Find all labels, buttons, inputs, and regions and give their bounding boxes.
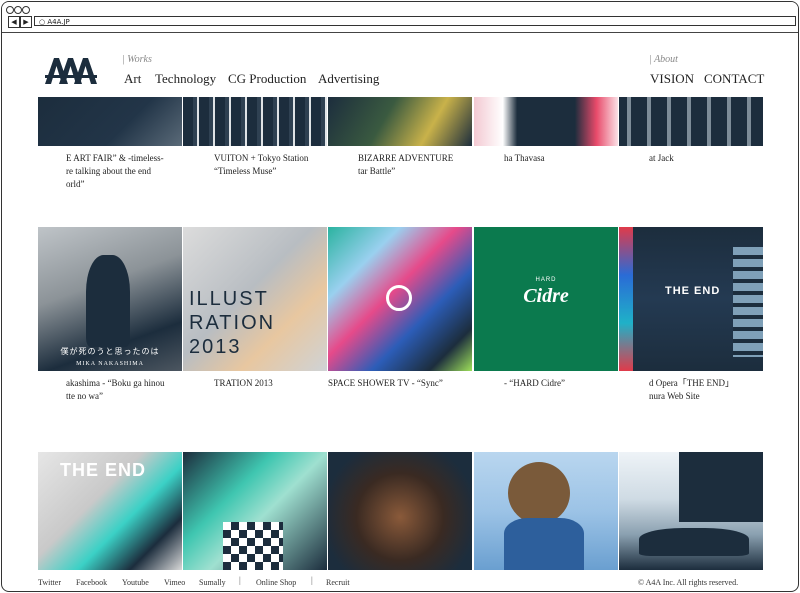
caption-mika-nakashima[interactable]: akashima - “Boku ga hinou tte no wa” bbox=[66, 377, 210, 403]
figure-silhouette bbox=[86, 255, 130, 347]
caption-line: re talking about the end bbox=[66, 166, 151, 176]
works-label: | Works bbox=[122, 54, 152, 65]
caption-line: VUITON + Tokyo Station bbox=[214, 153, 309, 163]
a4a-logo[interactable] bbox=[45, 58, 97, 84]
car-shape bbox=[639, 528, 749, 556]
work-tile-miku-illustration[interactable] bbox=[183, 452, 327, 570]
caption-line: - “HARD Cidre” bbox=[504, 378, 565, 388]
footer-copyright: © A4A Inc. All rights reserved. bbox=[638, 578, 739, 587]
footer-separator: | bbox=[239, 575, 241, 585]
footer-recruit-link[interactable]: Recruit bbox=[326, 578, 350, 587]
globe-icon: ○ bbox=[39, 18, 46, 26]
caption-art-fair[interactable]: E ART FAIR” & -timeless- re talking abou… bbox=[66, 152, 210, 191]
caption-jojo[interactable]: BIZARRE ADVENTURE tar Battle” bbox=[358, 152, 502, 178]
the-end-overlay-text: THE END bbox=[60, 460, 147, 480]
window-minimize-dot[interactable] bbox=[14, 6, 22, 14]
work-tile-car[interactable] bbox=[619, 452, 763, 570]
illust-line: RATION bbox=[189, 312, 276, 334]
address-bar[interactable]: ○ A4A.JP bbox=[34, 16, 796, 26]
footer-separator: | bbox=[311, 575, 313, 585]
browser-window: ◀ ▶ ○ A4A.JP | Works Art Technology CG P… bbox=[1, 1, 799, 592]
figure-body bbox=[504, 518, 584, 570]
work-tile-art-fair[interactable] bbox=[38, 97, 182, 146]
caption-louis-vuitton[interactable]: VUITON + Tokyo Station “Timeless Muse” bbox=[214, 152, 358, 178]
checker-pattern bbox=[223, 522, 283, 570]
footer-sumally-link[interactable]: Sumally bbox=[199, 578, 226, 587]
footer-online-shop-link[interactable]: Online Shop bbox=[256, 578, 296, 587]
caption-line: ha Thavasa bbox=[504, 153, 545, 163]
illustration-overlay: ILLUST RATION 2013 bbox=[189, 287, 275, 359]
window-close-dot[interactable] bbox=[6, 6, 14, 14]
cidre-small-text: HARD bbox=[535, 277, 557, 283]
caption-line: tte no wa” bbox=[66, 391, 103, 401]
caption-line: tar Battle” bbox=[358, 166, 396, 176]
caption-line: E ART FAIR” & -timeless- bbox=[66, 153, 164, 163]
address-text: A4A.JP bbox=[47, 18, 70, 26]
caption-hard-cidre[interactable]: - “HARD Cidre” bbox=[504, 377, 648, 390]
work-tile-louis-vuitton[interactable] bbox=[183, 97, 327, 146]
the-end-text: THE END bbox=[665, 285, 721, 297]
caption-the-end-opera[interactable]: d Opera「THE END」 nura Web Site bbox=[649, 377, 793, 403]
caption-samantha-thavasa[interactable]: ha Thavasa bbox=[504, 152, 648, 165]
browser-chrome: ◀ ▶ ○ A4A.JP bbox=[2, 2, 798, 33]
works-label-text: Works bbox=[127, 54, 152, 65]
sync-logo-icon bbox=[386, 285, 412, 311]
caption-line: akashima - “Boku ga hinou bbox=[66, 378, 165, 388]
color-strip bbox=[619, 227, 633, 371]
caption-space-shower[interactable]: SPACE SHOWER TV - “Sync” bbox=[328, 377, 488, 390]
work-tile-illustration-2013[interactable]: ILLUST RATION 2013 bbox=[183, 227, 327, 371]
caption-line: BIZARRE ADVENTURE bbox=[358, 153, 454, 163]
caption-line: “Timeless Muse” bbox=[214, 166, 277, 176]
caption-at-jack[interactable]: at Jack bbox=[649, 152, 793, 165]
caption-line: nura Web Site bbox=[649, 391, 700, 401]
nav-technology[interactable]: Technology bbox=[155, 71, 216, 87]
footer-facebook-link[interactable]: Facebook bbox=[76, 578, 107, 587]
thumb-strip bbox=[733, 247, 763, 357]
structure-shape bbox=[679, 452, 763, 522]
forward-button[interactable]: ▶ bbox=[20, 16, 32, 28]
caption-line: SPACE SHOWER TV - “Sync” bbox=[328, 378, 443, 388]
nav-cg-production[interactable]: CG Production bbox=[228, 71, 306, 87]
nav-contact[interactable]: CONTACT bbox=[704, 71, 764, 87]
back-button[interactable]: ◀ bbox=[8, 16, 20, 28]
nav-vision[interactable]: VISION bbox=[650, 71, 694, 87]
work-tile-the-end-opera[interactable]: THE END bbox=[619, 227, 763, 371]
footer-vimeo-link[interactable]: Vimeo bbox=[164, 578, 185, 587]
work-tile-mika-nakashima[interactable]: 僕が死のうと思ったのは MIKA NAKASHIMA bbox=[38, 227, 182, 371]
work-tile-portrait-dark[interactable] bbox=[328, 452, 472, 570]
caption-line: at Jack bbox=[649, 153, 674, 163]
work-tile-space-shower[interactable] bbox=[328, 227, 472, 371]
illust-line: ILLUST bbox=[189, 288, 269, 310]
figure-hair bbox=[508, 462, 570, 524]
work-tile-samantha-thavasa[interactable] bbox=[474, 97, 618, 146]
work-tile-anime-boy[interactable] bbox=[474, 452, 618, 570]
caption-line: d Opera「THE END」 bbox=[649, 378, 734, 388]
work-tile-at-jack[interactable] bbox=[619, 97, 763, 146]
nav-advertising[interactable]: Advertising bbox=[318, 71, 379, 87]
caption-line: orld” bbox=[66, 179, 85, 189]
about-label-text: About bbox=[654, 54, 678, 65]
nav-art[interactable]: Art bbox=[124, 71, 141, 87]
about-label: | About bbox=[649, 54, 678, 65]
illust-line: 2013 bbox=[189, 336, 242, 358]
work-tile-jojo[interactable] bbox=[328, 97, 472, 146]
mika-title-text: 僕が死のうと思ったのは bbox=[60, 347, 160, 356]
window-maximize-dot[interactable] bbox=[22, 6, 30, 14]
footer-youtube-link[interactable]: Youtube bbox=[122, 578, 149, 587]
work-tile-the-end-miku[interactable]: THE END bbox=[38, 452, 182, 570]
mika-artist-text: MIKA NAKASHIMA bbox=[76, 361, 144, 367]
cidre-logo-text: Cidre bbox=[523, 285, 569, 307]
work-tile-hard-cidre[interactable]: HARD Cidre bbox=[474, 227, 618, 371]
footer-twitter-link[interactable]: Twitter bbox=[38, 578, 61, 587]
